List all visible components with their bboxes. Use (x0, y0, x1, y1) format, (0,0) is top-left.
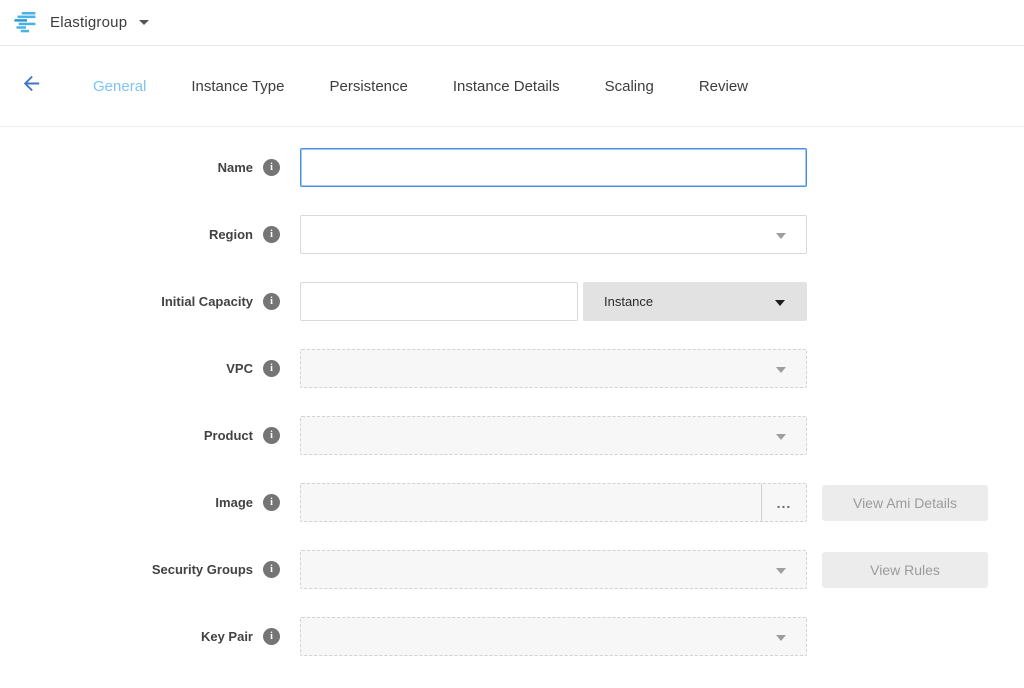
form-row-vpc: VPC i (0, 349, 1024, 388)
chevron-down-icon (139, 20, 149, 25)
tab-review[interactable]: Review (699, 78, 748, 95)
vpc-label: VPC (226, 361, 253, 376)
view-ami-details-button[interactable]: View Ami Details (822, 485, 988, 521)
form-row-name: Name i (0, 148, 1024, 187)
wizard-tabs: General Instance Type Persistence Instan… (93, 78, 748, 95)
region-label: Region (209, 227, 253, 242)
chevron-down-icon (776, 568, 786, 574)
image-label: Image (215, 495, 253, 510)
info-icon[interactable]: i (263, 494, 280, 511)
key-pair-select[interactable] (300, 617, 807, 656)
product-select[interactable] (300, 416, 807, 455)
security-groups-label: Security Groups (152, 562, 253, 577)
general-settings-form: Name i Region i Initial Capacity i (0, 127, 1024, 656)
form-row-product: Product i (0, 416, 1024, 455)
security-groups-select[interactable] (300, 550, 807, 589)
capacity-unit-value: Instance (604, 294, 653, 309)
initial-capacity-input[interactable] (300, 282, 578, 321)
topbar: Elastigroup (0, 0, 1024, 46)
name-input[interactable] (300, 148, 807, 187)
region-select[interactable] (300, 215, 807, 254)
info-icon[interactable]: i (263, 159, 280, 176)
image-input[interactable] (301, 484, 761, 521)
key-pair-label: Key Pair (201, 629, 253, 644)
chevron-down-icon (775, 300, 785, 306)
form-row-key-pair: Key Pair i (0, 617, 1024, 656)
image-picker: ... (300, 483, 807, 522)
image-browse-button[interactable]: ... (761, 484, 806, 521)
form-row-region: Region i (0, 215, 1024, 254)
form-row-security-groups: Security Groups i View Rules (0, 550, 1024, 589)
wizard-tabbar: General Instance Type Persistence Instan… (0, 46, 1024, 127)
info-icon[interactable]: i (263, 628, 280, 645)
initial-capacity-label: Initial Capacity (161, 294, 253, 309)
back-button[interactable] (20, 72, 43, 100)
product-label: Product (204, 428, 253, 443)
view-rules-button[interactable]: View Rules (822, 552, 988, 588)
form-row-initial-capacity: Initial Capacity i Instance (0, 282, 1024, 321)
info-icon[interactable]: i (263, 427, 280, 444)
capacity-unit-select[interactable]: Instance (583, 282, 807, 321)
vpc-select[interactable] (300, 349, 807, 388)
elastigroup-logo-icon (14, 12, 40, 34)
chevron-down-icon (776, 233, 786, 239)
app-switcher[interactable]: Elastigroup (14, 12, 149, 34)
info-icon[interactable]: i (263, 360, 280, 377)
tab-general[interactable]: General (93, 78, 146, 95)
name-label: Name (218, 160, 253, 175)
app-title: Elastigroup (50, 14, 127, 31)
info-icon[interactable]: i (263, 293, 280, 310)
form-row-image: Image i ... View Ami Details (0, 483, 1024, 522)
chevron-down-icon (776, 635, 786, 641)
chevron-down-icon (776, 367, 786, 373)
chevron-down-icon (776, 434, 786, 440)
tab-instance-details[interactable]: Instance Details (453, 78, 560, 95)
info-icon[interactable]: i (263, 226, 280, 243)
tab-scaling[interactable]: Scaling (605, 78, 654, 95)
tab-persistence[interactable]: Persistence (330, 78, 408, 95)
back-arrow-icon (20, 72, 43, 100)
tab-instance-type[interactable]: Instance Type (191, 78, 284, 95)
info-icon[interactable]: i (263, 561, 280, 578)
